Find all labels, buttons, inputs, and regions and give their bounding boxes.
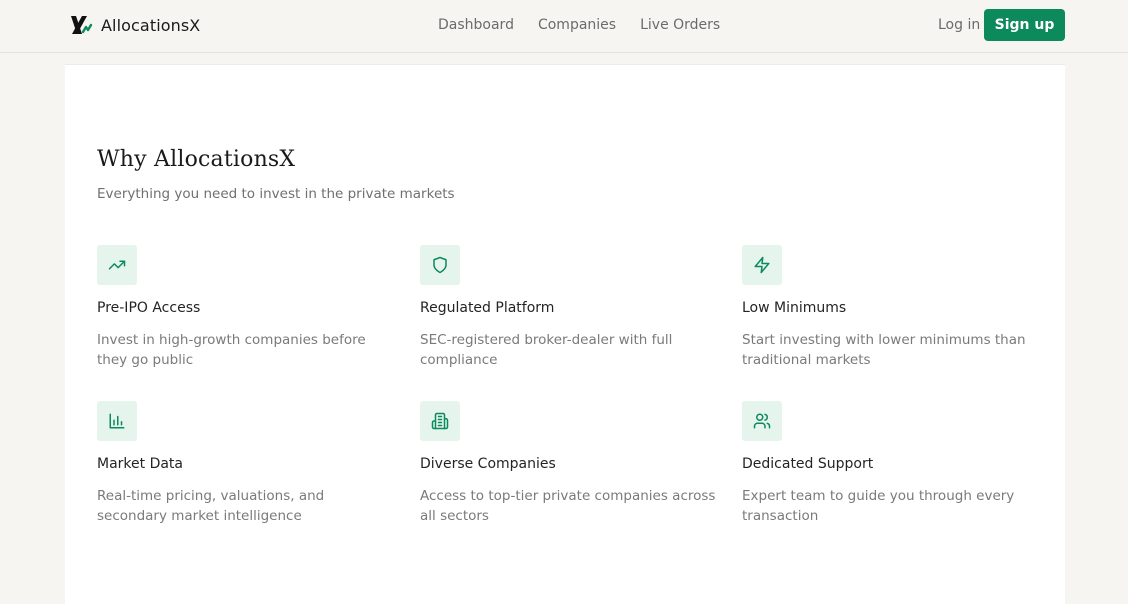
zap-icon [754, 256, 770, 274]
feature-description: Start investing with lower minimums than… [742, 332, 1026, 368]
feature-icon-box [742, 401, 782, 441]
feature-description: Invest in high-growth companies before t… [97, 332, 366, 368]
features-panel: Why AllocationsX Everything you need to … [65, 64, 1065, 604]
login-link[interactable]: Log in [938, 16, 980, 34]
feature-title: Diverse Companies [420, 456, 556, 472]
brand-name: AllocationsX [101, 15, 201, 35]
feature-icon-box [420, 245, 460, 285]
feature-description: Access to top-tier private companies acr… [420, 488, 716, 524]
feature-card: Regulated Platform SEC-registered broker… [420, 245, 720, 370]
feature-icon-box [420, 401, 460, 441]
feature-title: Regulated Platform [420, 300, 555, 316]
bar-chart-icon [109, 413, 125, 429]
feature-card: Dedicated Support Expert team to guide y… [742, 401, 1042, 526]
feature-title: Dedicated Support [742, 456, 874, 472]
section-title: Why AllocationsX [97, 147, 296, 172]
feature-icon-box [742, 245, 782, 285]
feature-description: Real-time pricing, valuations, and secon… [97, 488, 325, 524]
signup-button[interactable]: Sign up [984, 9, 1065, 41]
nav-companies[interactable]: Companies [538, 16, 616, 34]
main-nav: Dashboard Companies Live Orders [438, 16, 744, 34]
logo-icon [71, 16, 93, 34]
feature-title: Low Minimums [742, 300, 847, 316]
feature-description: SEC-registered broker-dealer with full c… [420, 332, 673, 368]
feature-description: Expert team to guide you through every t… [742, 488, 1015, 524]
shield-icon [433, 256, 447, 274]
feature-card: Pre-IPO Access Invest in high-growth com… [97, 245, 397, 370]
section-subtitle: Everything you need to invest in the pri… [97, 186, 455, 202]
top-navigation-bar: AllocationsX Dashboard Companies Live Or… [0, 0, 1128, 53]
feature-icon-box [97, 401, 137, 441]
brand-logo-link[interactable]: AllocationsX [69, 13, 200, 37]
nav-dashboard[interactable]: Dashboard [438, 16, 514, 34]
feature-card: Market Data Real-time pricing, valuation… [97, 401, 397, 526]
trending-up-icon [108, 260, 126, 270]
building-icon [431, 412, 449, 430]
users-icon [753, 413, 771, 429]
nav-live-orders[interactable]: Live Orders [640, 16, 720, 34]
feature-card: Diverse Companies Access to top-tier pri… [420, 401, 720, 526]
feature-title: Market Data [97, 456, 184, 472]
feature-title: Pre-IPO Access [97, 300, 201, 316]
feature-icon-box [97, 245, 137, 285]
feature-card: Low Minimums Start investing with lower … [742, 245, 1042, 370]
